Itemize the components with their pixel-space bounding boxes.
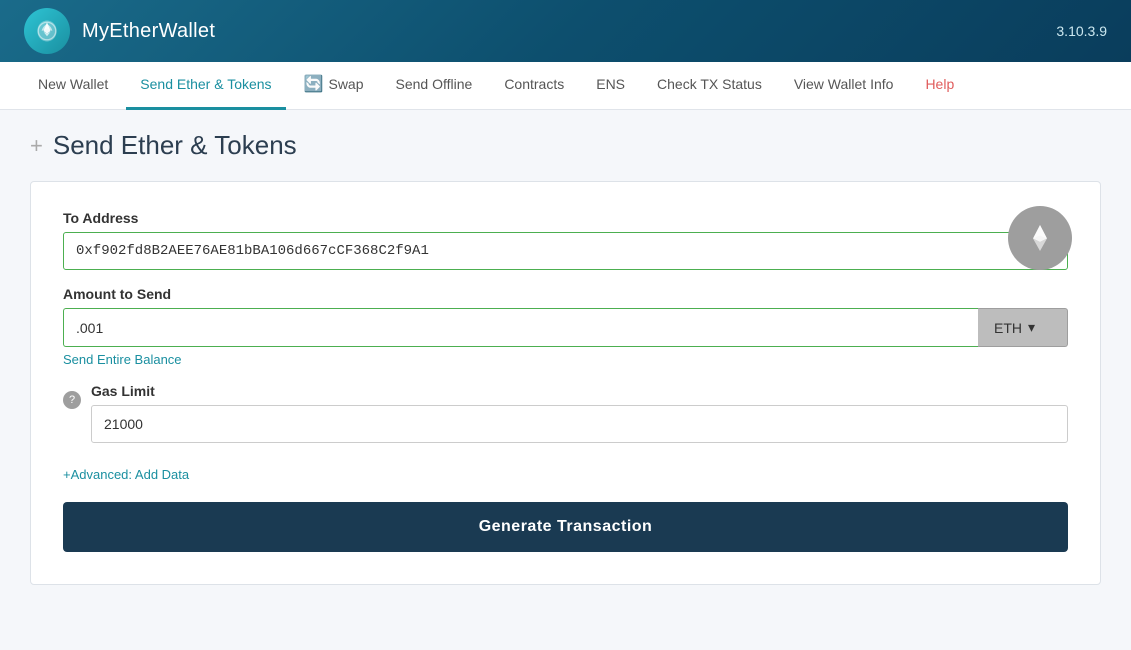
nav-help[interactable]: Help xyxy=(911,62,968,110)
eth-logo xyxy=(1008,206,1072,270)
gas-limit-group: ? Gas Limit xyxy=(63,383,1068,443)
nav-ens[interactable]: ENS xyxy=(582,62,639,110)
gas-limit-label: Gas Limit xyxy=(91,383,1068,399)
swap-icon: 🔄 xyxy=(304,74,324,94)
header-left: MyEtherWallet xyxy=(24,8,215,54)
amount-label: Amount to Send xyxy=(63,286,1068,302)
main-nav: New Wallet Send Ether & Tokens 🔄 Swap Se… xyxy=(0,62,1131,110)
to-address-group: To Address xyxy=(63,210,1068,270)
page-title: Send Ether & Tokens xyxy=(53,130,297,161)
app-header: MyEtherWallet 3.10.3.9 xyxy=(0,0,1131,62)
app-name: MyEtherWallet xyxy=(82,20,215,43)
nav-view-wallet[interactable]: View Wallet Info xyxy=(780,62,908,110)
main-content: + Send Ether & Tokens To Address Amount … xyxy=(0,110,1131,605)
token-label: ETH xyxy=(994,320,1022,336)
gas-field: Gas Limit xyxy=(91,383,1068,443)
gas-help-icon[interactable]: ? xyxy=(63,391,81,409)
to-address-label: To Address xyxy=(63,210,1068,226)
amount-group: Amount to Send ETH ▾ Send Entire Balance xyxy=(63,286,1068,367)
amount-row: ETH ▾ xyxy=(63,308,1068,347)
token-select[interactable]: ETH ▾ xyxy=(978,308,1068,347)
amount-input[interactable] xyxy=(63,308,978,347)
gas-limit-input[interactable] xyxy=(91,405,1068,443)
advanced-add-data-link[interactable]: +Advanced: Add Data xyxy=(63,467,189,482)
send-entire-balance-link[interactable]: Send Entire Balance xyxy=(63,352,182,367)
gas-row: ? Gas Limit xyxy=(63,383,1068,443)
generate-transaction-button[interactable]: Generate Transaction xyxy=(63,502,1068,552)
nav-contracts[interactable]: Contracts xyxy=(490,62,578,110)
token-dropdown-icon: ▾ xyxy=(1028,319,1035,336)
app-version: 3.10.3.9 xyxy=(1056,23,1107,39)
nav-check-tx[interactable]: Check TX Status xyxy=(643,62,776,110)
nav-send-ether[interactable]: Send Ether & Tokens xyxy=(126,62,285,110)
nav-swap[interactable]: 🔄 Swap xyxy=(290,62,378,110)
page-title-plus: + xyxy=(30,133,43,159)
page-header: + Send Ether & Tokens xyxy=(30,130,1101,161)
nav-new-wallet[interactable]: New Wallet xyxy=(24,62,122,110)
nav-send-offline[interactable]: Send Offline xyxy=(382,62,487,110)
send-form-card: To Address Amount to Send ETH ▾ Send Ent… xyxy=(30,181,1101,585)
app-logo xyxy=(24,8,70,54)
to-address-input[interactable] xyxy=(63,232,1068,270)
